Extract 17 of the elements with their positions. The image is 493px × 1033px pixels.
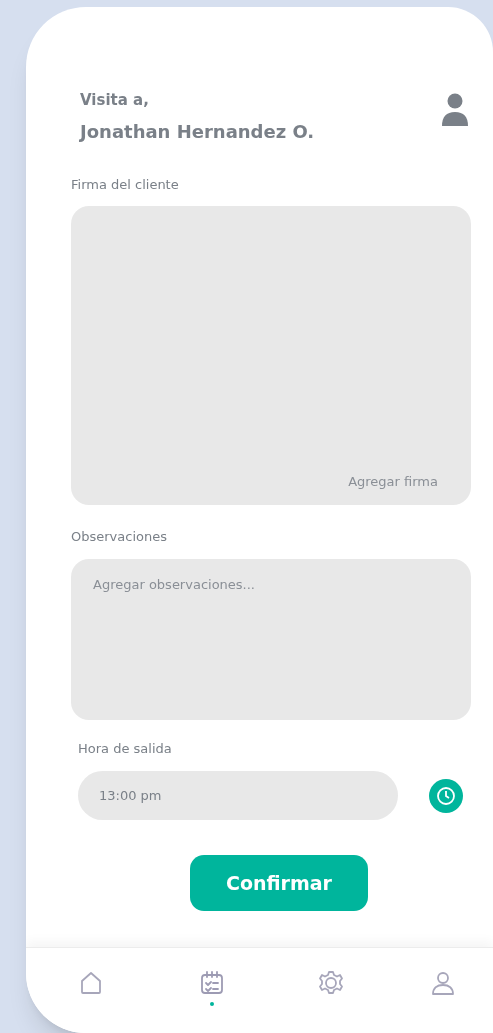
settings-icon[interactable] — [317, 970, 344, 996]
clock-icon — [436, 785, 456, 806]
signature-pad[interactable]: Agregar firma — [71, 206, 471, 505]
field-label: Firma del cliente — [71, 175, 180, 194]
add-signature-link[interactable]: Agregar firma — [348, 471, 438, 491]
visitor-name: Jonathan Hernandez O. — [80, 119, 315, 144]
field-label: Hora de salida — [78, 739, 173, 758]
departure-time-field[interactable]: 13:00 pm — [78, 771, 398, 820]
clock-button[interactable] — [429, 778, 463, 813]
field-label: Observaciones — [71, 528, 168, 546]
confirm-button[interactable]: Confirmar — [190, 855, 368, 911]
user-icon[interactable] — [430, 970, 456, 996]
calendar-icon[interactable] — [199, 970, 225, 996]
home-icon[interactable] — [78, 970, 104, 996]
greeting-text: Visita a, — [80, 90, 150, 111]
user-icon[interactable] — [441, 93, 469, 126]
observations-field[interactable]: Agregar observaciones... — [71, 558, 471, 720]
